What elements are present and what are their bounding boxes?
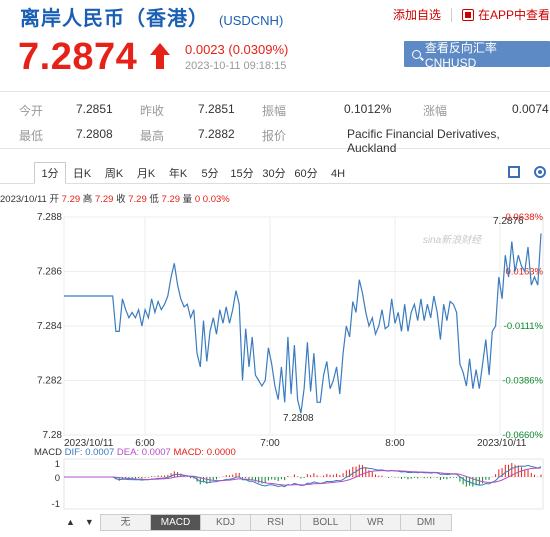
macd-legend-part: DIF:: [65, 447, 86, 458]
up-arrow-icon: [150, 43, 170, 69]
high-value: 7.2882: [198, 127, 235, 141]
macd-legend-part: 0.0000: [207, 447, 236, 458]
macd-legend-part: 0.0007: [85, 447, 117, 458]
indicator-tabs: 无 MACD KDJ RSI BOLL WR DMI: [100, 514, 452, 531]
indicator-tab-3[interactable]: RSI: [251, 515, 301, 530]
quote-source-label: 报价: [262, 129, 287, 143]
macd-legend-part: MACD: [34, 447, 65, 458]
y-tick-label: 7.286: [37, 267, 62, 278]
x-tick-label: 2023/10/11: [477, 438, 527, 449]
y-tick-label: 7.288: [37, 212, 62, 223]
tab-period-2[interactable]: 周K: [98, 162, 130, 184]
y-tick-label: 7.28: [43, 430, 63, 441]
quote-stats-table: 今开 7.2851 昨收 7.2851 振幅 0.1012% 涨幅 0.0074…: [0, 91, 550, 155]
gear-icon[interactable]: [534, 166, 546, 178]
tab-period-4[interactable]: 年K: [162, 162, 194, 184]
x-tick-label: 7:00: [260, 438, 280, 449]
current-price: 7.2874: [18, 36, 138, 78]
tab-period-7[interactable]: 30分: [258, 162, 290, 184]
scroll-down-icon[interactable]: ▼: [85, 517, 94, 527]
macd-tick-label: 1: [55, 459, 60, 470]
low-value: 7.2808: [76, 127, 113, 141]
change-value: 0.0074: [512, 102, 549, 116]
low-label: 最低: [19, 129, 44, 143]
max-price-label: 7.2876: [493, 216, 524, 227]
prev-close-label: 昨收: [140, 104, 165, 118]
tab-period-3[interactable]: 月K: [130, 162, 162, 184]
macd-tick-label: 0: [55, 473, 60, 484]
tab-period-9[interactable]: 4H: [322, 162, 354, 184]
high-label: 最高: [140, 129, 165, 143]
price-chart[interactable]: 7.288 0.0638%7.286 0.0163%7.284 -0.0111%7.2…: [0, 203, 550, 513]
tab-period-0[interactable]: 1分: [34, 162, 66, 184]
pct-tick-label: -0.0111%: [504, 321, 544, 332]
divider: [450, 7, 452, 22]
macd-legend-part: MACD:: [173, 447, 206, 458]
quote-timestamp: 2023-10-11 09:18:15: [185, 60, 287, 72]
macd-legend-part: 0.0007: [142, 447, 174, 458]
macd-legend: MACD DIF: 0.0007 DEA: 0.0007 MACD: 0.000…: [34, 447, 236, 458]
macd-frame: [63, 458, 544, 510]
instrument-name: 离岸人民币（香港）: [20, 8, 209, 30]
y-tick-label: 7.282: [37, 376, 62, 387]
tab-period-5[interactable]: 5分: [194, 162, 226, 184]
indicator-tab-4[interactable]: BOLL: [301, 515, 351, 530]
indicator-tab-2[interactable]: KDJ: [201, 515, 251, 530]
tab-period-1[interactable]: 日K: [66, 162, 98, 184]
x-tick-label: 8:00: [385, 438, 405, 449]
min-price-label: 7.2808: [283, 413, 314, 424]
amplitude-label: 振幅: [262, 104, 287, 118]
indicator-scroll: ▲ ▼: [66, 517, 94, 527]
add-watchlist-link[interactable]: 添加自选: [393, 6, 441, 23]
macd-legend-part: DEA:: [117, 447, 142, 458]
top-actions: 添加自选 在APP中查看: [393, 6, 550, 23]
chart-tools: [508, 166, 546, 178]
page-title: 离岸人民币（香港） (USDCNH): [20, 2, 284, 30]
indicator-tab-1[interactable]: MACD: [151, 515, 201, 530]
indicator-tab-5[interactable]: WR: [351, 515, 401, 530]
pct-tick-label: -0.0386%: [502, 376, 543, 387]
period-tabs: 1分 日K 周K 月K 年K 5分 15分 30分 60分 4H: [34, 162, 354, 184]
price-line: [64, 233, 542, 414]
scroll-up-icon[interactable]: ▲: [66, 517, 75, 527]
tab-period-8[interactable]: 60分: [290, 162, 322, 184]
quote-source-value: Pacific Financial Derivatives, Auckland: [347, 127, 500, 155]
y-tick-label: 7.284: [37, 321, 62, 332]
view-reverse-rate-label: 查看反向汇率 CNHUSD: [424, 40, 497, 70]
prev-close-value: 7.2851: [198, 102, 235, 116]
view-in-app-link[interactable]: 在APP中查看: [478, 6, 550, 23]
watermark-logo: sina新浪财经: [423, 234, 482, 246]
indicator-tab-6[interactable]: DMI: [401, 515, 451, 530]
open-label: 今开: [19, 104, 44, 118]
search-icon: [412, 49, 421, 59]
price-change: 0.0023 (0.0309%): [185, 42, 289, 57]
tab-period-6[interactable]: 15分: [226, 162, 258, 184]
macd-tick-label: -1: [52, 499, 60, 510]
mobile-app-icon[interactable]: [461, 8, 474, 21]
fullscreen-icon[interactable]: [508, 166, 520, 178]
instrument-code: (USDCNH): [219, 13, 284, 28]
view-reverse-rate-button[interactable]: 查看反向汇率 CNHUSD: [404, 40, 550, 70]
indicator-tab-0[interactable]: 无: [101, 515, 151, 530]
change-label: 涨幅: [423, 104, 448, 118]
open-value: 7.2851: [76, 102, 113, 116]
amplitude-value: 0.1012%: [344, 102, 392, 116]
